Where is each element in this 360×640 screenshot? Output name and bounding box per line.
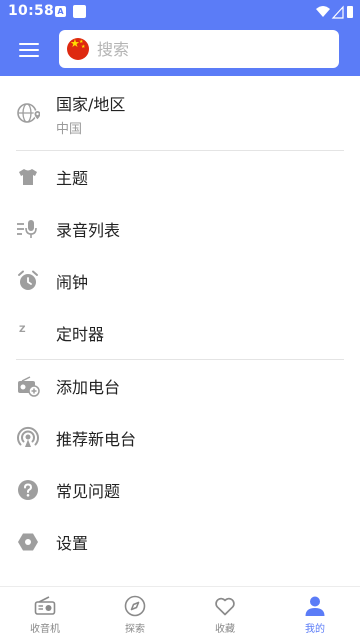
nav-label-explore: 探索 <box>125 624 145 635</box>
menu-item-faq[interactable]: 常见问题 <box>0 464 360 516</box>
menu-item-recommend-station[interactable]: 推荐新电台 <box>0 412 360 464</box>
nav-label-radio: 收音机 <box>30 624 60 635</box>
region-label: 国家/地区 <box>56 95 126 114</box>
menu-item-add-station[interactable]: 添加电台 <box>0 360 360 412</box>
nav-tab-radio[interactable]: 收音机 <box>0 587 90 640</box>
hamburger-icon <box>19 41 39 59</box>
menu-item-timer[interactable]: Z 定时器 <box>0 307 360 359</box>
compass-icon <box>124 595 146 617</box>
nav-label-favorites: 收藏 <box>215 624 235 635</box>
sleep-timer-icon: Z <box>19 325 36 341</box>
alarm-clock-icon <box>18 270 38 290</box>
notification-a-icon: A <box>55 6 66 17</box>
svg-text:Z: Z <box>19 325 26 335</box>
status-time: 10:58 <box>8 3 55 19</box>
settings-hexagon-icon <box>18 533 38 551</box>
globe-location-icon <box>17 103 40 123</box>
recommend-station-label: 推荐新电台 <box>56 430 137 449</box>
timer-label: 定时器 <box>56 325 105 344</box>
nav-label-mine: 我的 <box>305 624 325 635</box>
search-input[interactable] <box>97 38 327 60</box>
heart-icon <box>215 597 235 616</box>
system-status-icons <box>316 5 353 19</box>
profile-menu-list: 国家/地区 中国 主题 录音列表 闹钟 Z 定时器 添加电台 推荐新电台 常见问… <box>0 76 360 568</box>
hamburger-menu-button[interactable] <box>10 31 48 69</box>
nav-tab-mine[interactable]: 我的 <box>270 587 360 640</box>
menu-item-settings[interactable]: 设置 <box>0 516 360 568</box>
status-bar: 10:58 A <box>0 0 360 24</box>
region-value: 中国 <box>56 122 83 137</box>
app-bar: ★ ★ ★ <box>0 24 360 76</box>
theme-label: 主题 <box>56 169 89 188</box>
person-icon <box>305 596 325 616</box>
bottom-navigation: 收音机 探索 收藏 我的 <box>0 586 360 640</box>
menu-item-alarm[interactable]: 闹钟 <box>0 255 360 307</box>
menu-item-region[interactable]: 国家/地区 中国 <box>0 76 360 150</box>
notification-square-icon <box>73 5 86 18</box>
nav-tab-favorites[interactable]: 收藏 <box>180 587 270 640</box>
recordings-label: 录音列表 <box>56 221 121 240</box>
tshirt-icon <box>19 169 37 185</box>
radio-icon <box>34 596 56 615</box>
broadcast-icon <box>17 426 39 447</box>
menu-item-recordings[interactable]: 录音列表 <box>0 203 360 255</box>
china-flag-icon[interactable]: ★ ★ ★ <box>67 38 89 60</box>
settings-label: 设置 <box>56 534 89 553</box>
nav-tab-explore[interactable]: 探索 <box>90 587 180 640</box>
microphone-list-icon <box>17 220 37 238</box>
help-circle-icon <box>18 480 38 500</box>
menu-item-theme[interactable]: 主题 <box>0 151 360 203</box>
faq-label: 常见问题 <box>56 482 121 501</box>
add-radio-icon <box>18 376 40 397</box>
search-bar[interactable]: ★ ★ ★ <box>59 30 339 68</box>
alarm-label: 闹钟 <box>56 273 89 292</box>
add-station-label: 添加电台 <box>56 378 121 397</box>
